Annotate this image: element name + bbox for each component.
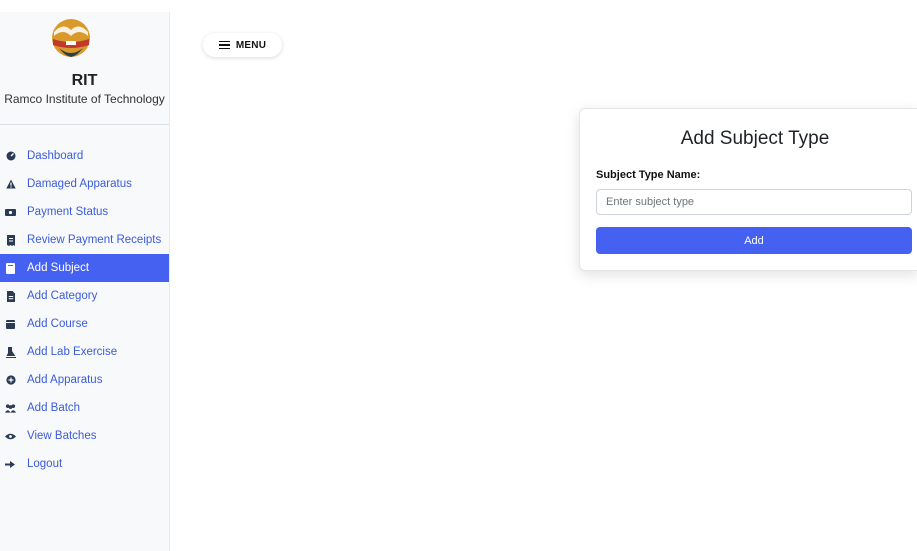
eye-icon <box>5 430 16 442</box>
sidebar-item-view-batches[interactable]: View Batches <box>0 422 169 450</box>
sidebar-item-dashboard[interactable]: Dashboard <box>0 142 169 170</box>
file-icon <box>5 290 16 302</box>
sidebar-item-label: Add Lab Exercise <box>27 346 118 358</box>
sidebar: RIT Ramco Institute of Technology Dashbo… <box>0 12 170 551</box>
users-icon <box>5 402 16 414</box>
sidebar-item-label: Dashboard <box>27 150 84 162</box>
warning-icon <box>5 178 16 190</box>
menu-label: MENU <box>235 39 267 51</box>
book-icon <box>5 262 16 274</box>
sidebar-item-label: Add Category <box>27 290 98 302</box>
flask-icon <box>5 346 16 358</box>
sidebar-item-add-batch[interactable]: Add Batch <box>0 394 169 422</box>
sidebar-item-review-payment-receipts[interactable]: Review Payment Receipts <box>0 226 169 254</box>
receipt-icon <box>5 234 16 246</box>
sidebar-item-label: Add Apparatus <box>27 374 103 386</box>
sidebar-item-label: Add Course <box>27 318 88 330</box>
sidebar-item-label: Add Batch <box>27 402 81 414</box>
page-title: Add Subject Type <box>680 128 830 149</box>
rit-logo <box>52 19 90 57</box>
sidebar-item-label: Damaged Apparatus <box>27 178 132 190</box>
sidebar-item-add-lab-exercise[interactable]: Add Lab Exercise <box>0 338 169 366</box>
sidebar-item-label: Logout <box>27 458 63 470</box>
sidebar-item-label: Review Payment Receipts <box>27 234 162 246</box>
sidebar-item-label: View Batches <box>27 430 97 442</box>
add-button[interactable]: Add <box>596 227 912 254</box>
subject-type-name-label: Subject Type Name: <box>596 169 701 181</box>
menu-button[interactable]: MENU <box>203 33 282 57</box>
brand: RIT Ramco Institute of Technology <box>0 12 169 125</box>
sidebar-nav: Dashboard Damaged Apparatus Payment Stat… <box>0 142 169 478</box>
logout-icon <box>5 458 16 470</box>
brand-divider <box>0 124 169 125</box>
brand-full-name: Ramco Institute of Technology <box>4 92 165 106</box>
plus-circle-icon <box>5 374 16 386</box>
hamburger-icon <box>218 40 230 50</box>
sidebar-item-add-category[interactable]: Add Category <box>0 282 169 310</box>
sidebar-item-label: Add Subject <box>27 262 90 274</box>
money-icon <box>5 206 16 218</box>
sidebar-item-add-course[interactable]: Add Course <box>0 310 169 338</box>
add-subject-type-card: Add Subject Type Subject Type Name: Add <box>579 108 917 271</box>
dashboard-icon <box>5 150 16 162</box>
calendar-icon <box>5 318 16 330</box>
sidebar-item-add-subject[interactable]: Add Subject <box>0 254 169 282</box>
sidebar-item-add-apparatus[interactable]: Add Apparatus <box>0 366 169 394</box>
sidebar-item-damaged-apparatus[interactable]: Damaged Apparatus <box>0 170 169 198</box>
sidebar-item-logout[interactable]: Logout <box>0 450 169 478</box>
subject-type-name-input[interactable] <box>596 189 912 215</box>
sidebar-item-label: Payment Status <box>27 206 109 218</box>
sidebar-item-payment-status[interactable]: Payment Status <box>0 198 169 226</box>
brand-short-name: RIT <box>71 72 98 89</box>
